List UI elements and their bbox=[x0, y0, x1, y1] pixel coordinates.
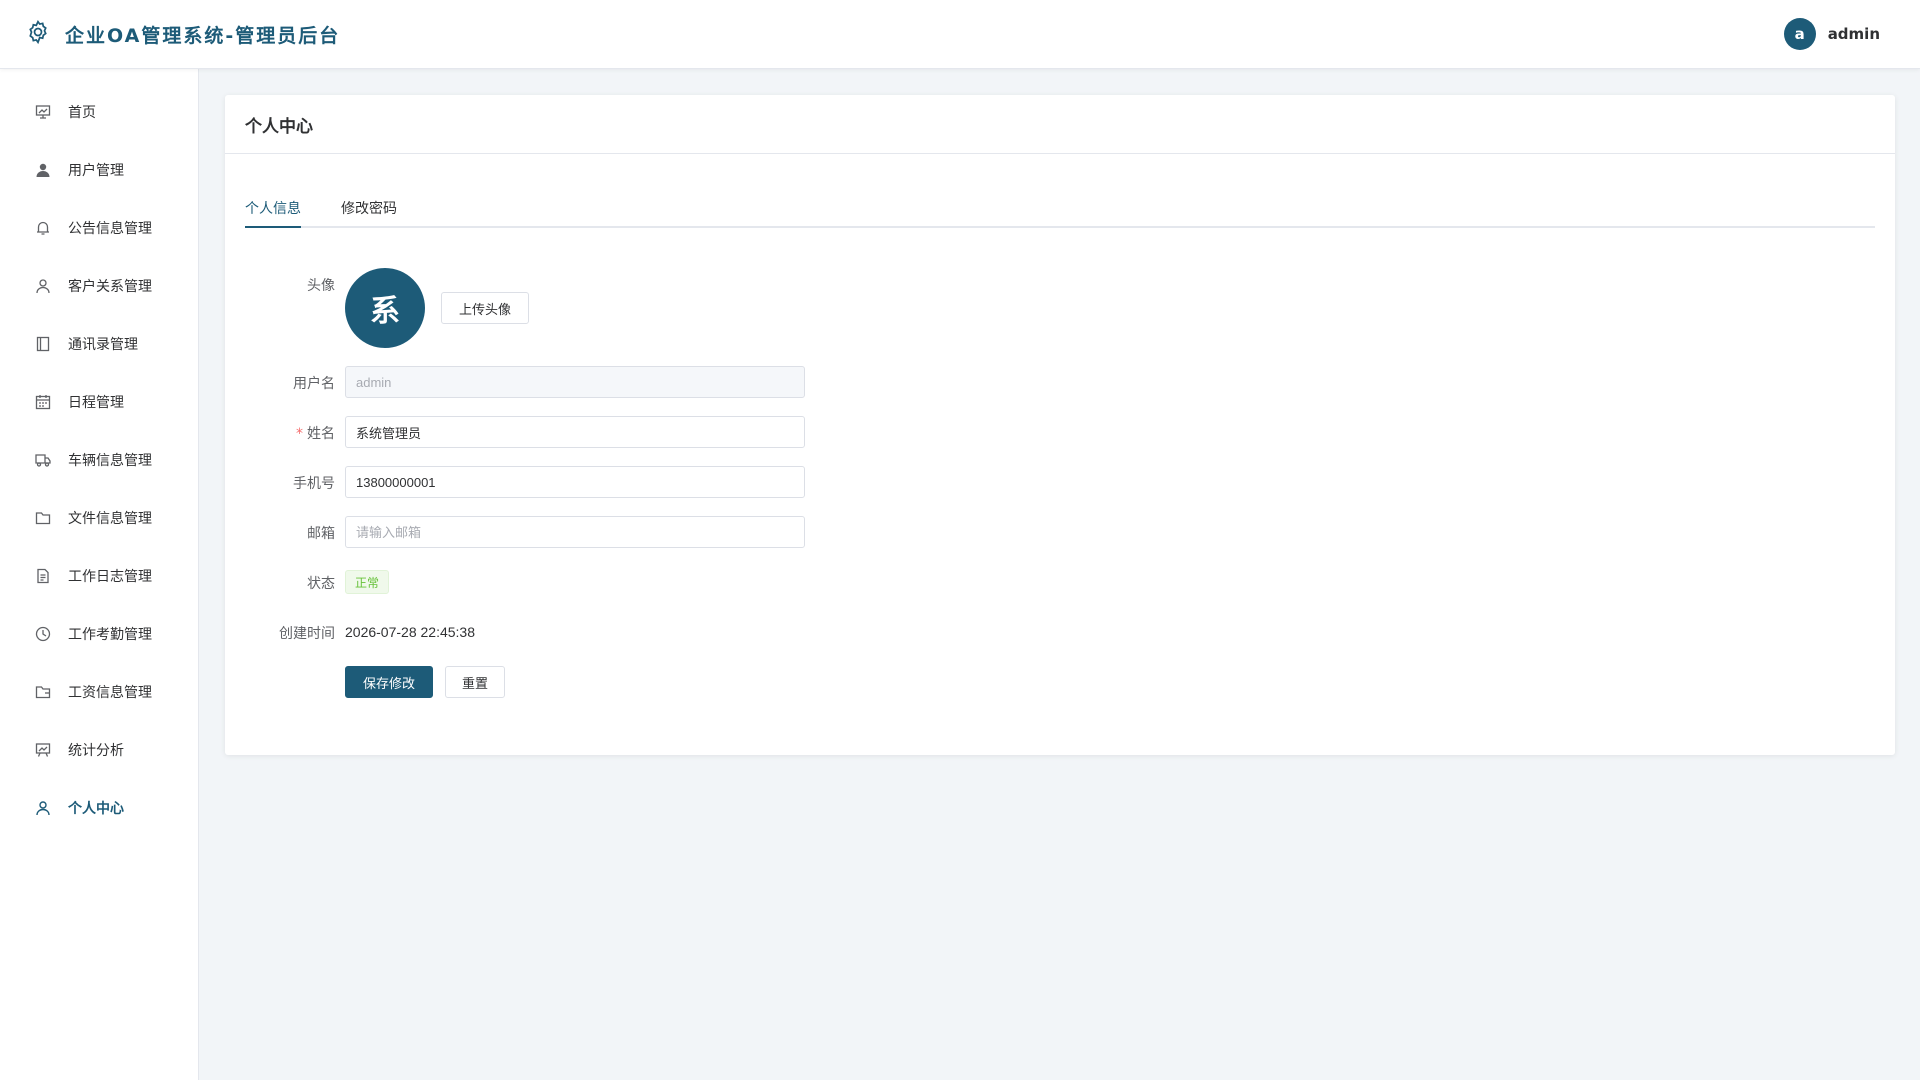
folder-icon bbox=[34, 509, 52, 527]
status-label: 状态 bbox=[307, 576, 335, 592]
avatar[interactable]: a bbox=[1783, 18, 1816, 50]
sidebar-item-files[interactable]: 文件信息管理 bbox=[0, 489, 198, 547]
sidebar-item-label: 统计分析 bbox=[68, 743, 124, 759]
sidebar-item-profile[interactable]: 个人中心 bbox=[0, 779, 198, 837]
sidebar-item-label: 个人中心 bbox=[68, 801, 124, 817]
document-icon bbox=[34, 567, 52, 585]
wallet-folder-icon bbox=[34, 683, 52, 701]
sidebar: 首页 用户管理 公告信息管理 客户关系管理 通讯录管理 日程管理 车辆信息管理 … bbox=[0, 69, 199, 1080]
status-badge: 正常 bbox=[345, 570, 390, 594]
clock-icon bbox=[34, 625, 52, 643]
sidebar-item-vehicles[interactable]: 车辆信息管理 bbox=[0, 431, 198, 489]
bell-icon bbox=[34, 219, 52, 237]
sidebar-item-label: 工资信息管理 bbox=[68, 685, 152, 701]
user-menu[interactable]: a admin bbox=[1783, 18, 1880, 50]
user-filled-icon bbox=[34, 161, 52, 179]
sidebar-item-label: 工作考勤管理 bbox=[68, 627, 152, 643]
page-title: 个人中心 bbox=[225, 95, 1895, 154]
upload-avatar-button[interactable]: 上传头像 bbox=[441, 292, 529, 324]
sidebar-item-users[interactable]: 用户管理 bbox=[0, 141, 198, 199]
sidebar-item-schedule[interactable]: 日程管理 bbox=[0, 373, 198, 431]
sidebar-item-home[interactable]: 首页 bbox=[0, 83, 198, 141]
sidebar-item-label: 客户关系管理 bbox=[68, 279, 152, 295]
email-field[interactable] bbox=[345, 516, 805, 548]
chart-board-icon bbox=[34, 741, 52, 759]
dashboard-icon bbox=[34, 103, 52, 121]
brand: 企业OA管理系统-管理员后台 bbox=[25, 19, 340, 49]
sidebar-item-label: 日程管理 bbox=[68, 395, 124, 411]
avatar-label: 头像 bbox=[307, 278, 335, 294]
sidebar-item-worklog[interactable]: 工作日志管理 bbox=[0, 547, 198, 605]
notebook-icon bbox=[34, 335, 52, 353]
email-label: 邮箱 bbox=[307, 526, 335, 542]
tab-bar: 个人信息 修改密码 bbox=[245, 198, 1875, 228]
username-field[interactable] bbox=[345, 366, 805, 398]
sidebar-item-label: 通讯录管理 bbox=[68, 337, 138, 353]
sidebar-item-label: 首页 bbox=[68, 105, 96, 121]
sidebar-item-notices[interactable]: 公告信息管理 bbox=[0, 199, 198, 257]
phone-label: 手机号 bbox=[293, 476, 335, 492]
sidebar-item-label: 用户管理 bbox=[68, 163, 124, 179]
name-field[interactable] bbox=[345, 416, 805, 448]
required-mark: * bbox=[296, 426, 303, 442]
sidebar-item-attendance[interactable]: 工作考勤管理 bbox=[0, 605, 198, 663]
app-title: 企业OA管理系统-管理员后台 bbox=[65, 24, 341, 47]
sidebar-item-salary[interactable]: 工资信息管理 bbox=[0, 663, 198, 721]
sidebar-item-customers[interactable]: 客户关系管理 bbox=[0, 257, 198, 315]
sidebar-item-label: 公告信息管理 bbox=[68, 221, 152, 237]
sidebar-item-statistics[interactable]: 统计分析 bbox=[0, 721, 198, 779]
profile-card: 个人中心 个人信息 修改密码 头像 系 上传头像 用户名 *姓名 手机号 邮箱 … bbox=[225, 95, 1895, 755]
tab-personal-info[interactable]: 个人信息 bbox=[245, 198, 301, 228]
user-icon bbox=[34, 277, 52, 295]
created-time-value: 2026-07-28 22:45:38 bbox=[345, 624, 475, 640]
gear-icon[interactable] bbox=[25, 19, 51, 49]
avatar: 系 bbox=[345, 268, 425, 348]
username-label: 用户名 bbox=[293, 376, 335, 392]
sidebar-item-contacts[interactable]: 通讯录管理 bbox=[0, 315, 198, 373]
tab-change-password[interactable]: 修改密码 bbox=[341, 198, 397, 226]
user-name[interactable]: admin bbox=[1828, 25, 1880, 43]
created-time-label: 创建时间 bbox=[279, 626, 335, 642]
name-label: * 姓名 bbox=[225, 423, 335, 443]
sidebar-item-label: 工作日志管理 bbox=[68, 569, 152, 585]
reset-button[interactable]: 重置 bbox=[445, 666, 505, 698]
truck-icon bbox=[34, 451, 52, 469]
top-header: 企业OA管理系统-管理员后台 a admin bbox=[0, 0, 1920, 69]
user-icon bbox=[34, 799, 52, 817]
name-label-text: 姓名 bbox=[307, 426, 335, 442]
phone-field[interactable] bbox=[345, 466, 805, 498]
save-button[interactable]: 保存修改 bbox=[345, 666, 433, 698]
sidebar-item-label: 车辆信息管理 bbox=[68, 453, 152, 469]
calendar-icon bbox=[34, 393, 52, 411]
sidebar-item-label: 文件信息管理 bbox=[68, 511, 152, 527]
